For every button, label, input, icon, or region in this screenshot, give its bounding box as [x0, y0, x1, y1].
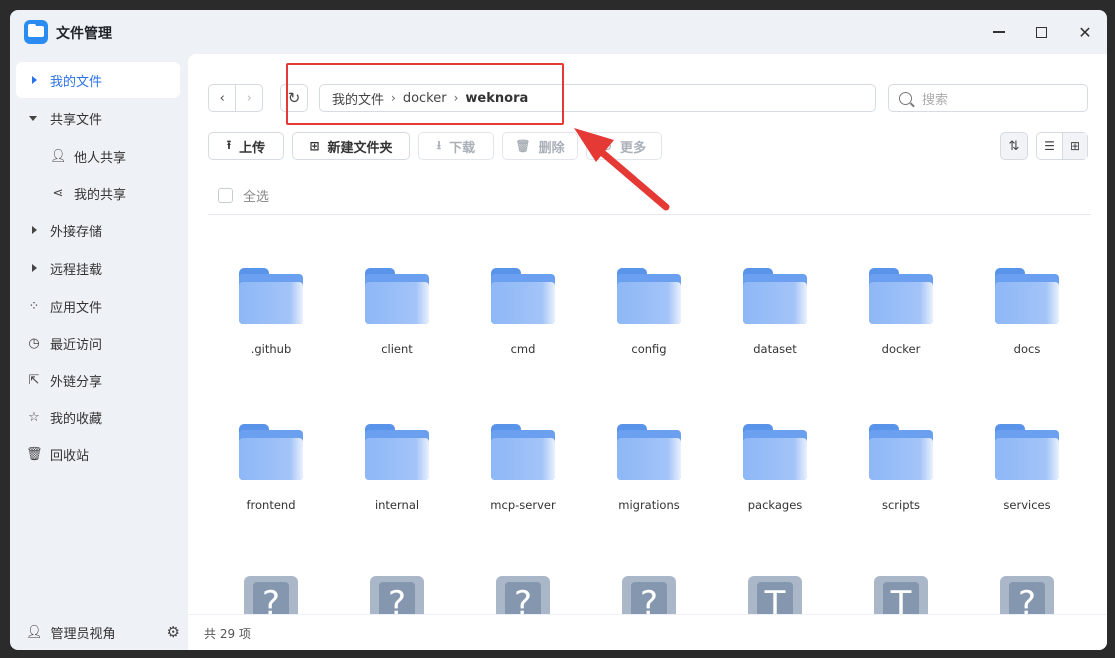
annotation-arrow [574, 128, 670, 211]
file-manager-window: 文件管理 ✕ 我的文件 共享文件 👤︎ 他人共享 ⋖ 我的共享 外接存储 远程挂… [10, 10, 1107, 650]
